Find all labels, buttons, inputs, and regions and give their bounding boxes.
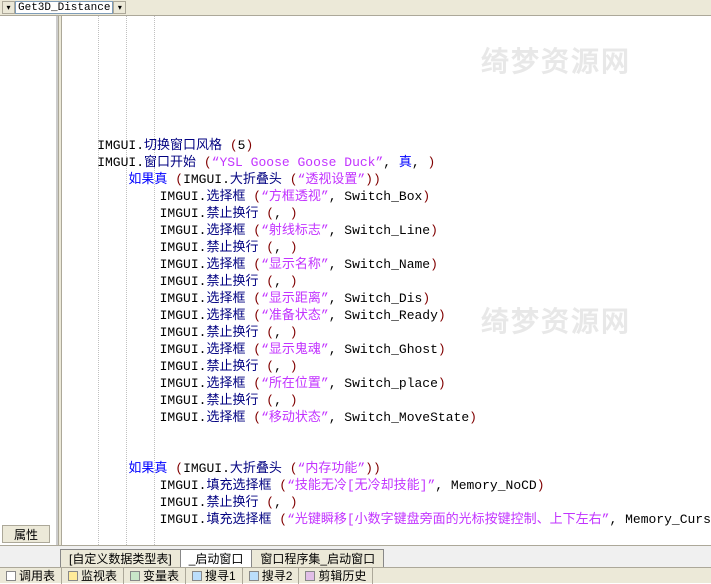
member-dropdown[interactable]: Get3D_Distance — [15, 1, 113, 14]
dropdown-arrow-icon[interactable]: ▾ — [113, 1, 126, 14]
title-bar: ▾ Get3D_Distance ▾ — [0, 0, 711, 16]
clip-icon — [305, 571, 315, 581]
properties-button[interactable]: 属性 — [2, 525, 50, 543]
search-icon — [192, 571, 202, 581]
search-icon — [249, 571, 259, 581]
dropdown-arrow-icon[interactable]: ▾ — [2, 1, 15, 14]
tab-startup-window[interactable]: _启动窗口 — [180, 549, 253, 567]
tab-custom-types[interactable]: [自定义数据类型表] — [60, 549, 181, 567]
vars-icon — [130, 571, 140, 581]
bottom-tab-vars[interactable]: 变量表 — [124, 567, 186, 584]
bottom-tab-calls[interactable]: 调用表 — [0, 567, 62, 584]
line-gutter — [0, 16, 58, 545]
tab-window-assembly[interactable]: 窗口程序集_启动窗口 — [251, 549, 384, 567]
watermark: 绮梦资源网 — [481, 56, 631, 73]
eye-icon — [68, 571, 78, 581]
bottom-tab-bar: 调用表 监视表 变量表 搜寻1 搜寻2 剪辑历史 — [0, 567, 711, 583]
bottom-tab-watch[interactable]: 监视表 — [62, 567, 124, 584]
editor-tab-row: [自定义数据类型表] _启动窗口 窗口程序集_启动窗口 — [0, 545, 711, 567]
bottom-tab-search2[interactable]: 搜寻2 — [243, 567, 300, 584]
code-editor[interactable]: 绮梦资源网 绮梦资源网 IMGUI.切换窗口风格 (5) IMGUI.窗口开始 … — [62, 16, 711, 545]
bottom-tab-search1[interactable]: 搜寻1 — [186, 567, 243, 584]
bottom-tab-cliphist[interactable]: 剪辑历史 — [299, 567, 373, 584]
table-icon — [6, 571, 16, 581]
